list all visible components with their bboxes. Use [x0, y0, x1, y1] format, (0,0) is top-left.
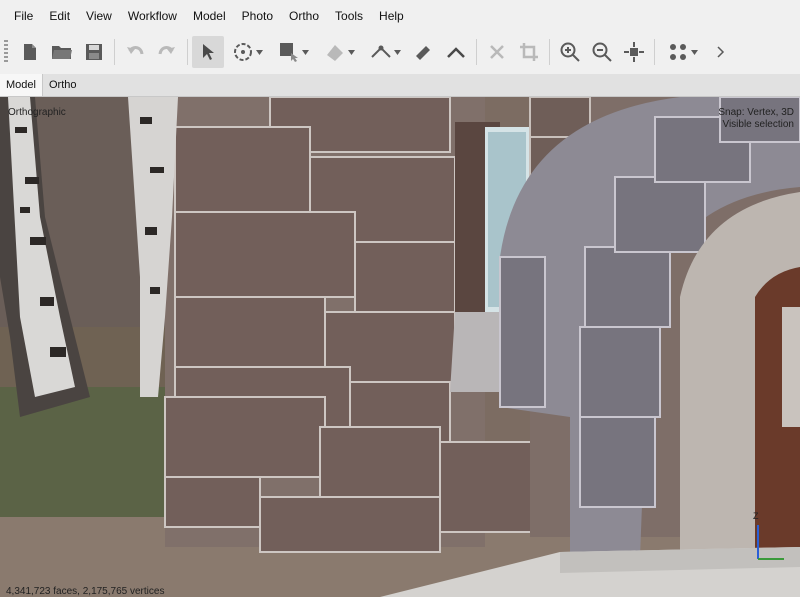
toolbar-separator	[187, 39, 188, 65]
toolbar	[0, 32, 800, 72]
toolbar-separator	[549, 39, 550, 65]
menu-view[interactable]: View	[78, 0, 120, 32]
crop-icon	[520, 43, 538, 61]
redo-button[interactable]	[151, 36, 183, 68]
menu-edit[interactable]: Edit	[41, 0, 78, 32]
save-icon	[86, 44, 102, 60]
selection-mode-label: Visible selection	[722, 119, 794, 130]
folder-icon	[52, 46, 72, 59]
undo-icon	[127, 46, 144, 55]
menu-tools[interactable]: Tools	[327, 0, 371, 32]
toolbar-separator	[476, 39, 477, 65]
chevron-up-icon	[447, 47, 465, 58]
ruler-icon	[416, 46, 430, 60]
dropdown-arrow-icon	[347, 49, 355, 55]
selection-tool-button[interactable]	[316, 36, 362, 68]
selection-eraser-icon	[326, 45, 343, 61]
menu-bar: File Edit View Workflow Model Photo Orth…	[0, 0, 800, 32]
new-document-icon	[24, 44, 36, 60]
region-tool-button[interactable]	[270, 36, 316, 68]
toolbar-grip[interactable]	[4, 40, 8, 64]
toolbar-overflow-button[interactable]	[705, 36, 737, 68]
dropdown-arrow-icon	[301, 49, 309, 55]
toolbar-separator	[654, 39, 655, 65]
cursor-icon	[203, 44, 214, 60]
axes-gizmo-icon	[757, 525, 784, 560]
model-viewport[interactable]: Orthographic Snap: Vertex, 3D Visible se…	[0, 97, 800, 597]
tab-ortho[interactable]: Ortho	[43, 74, 83, 96]
axis-z-label: Z	[753, 511, 759, 521]
projection-label: Orthographic	[8, 107, 66, 118]
model-stats: 4,341,723 faces, 2,175,765 vertices	[6, 586, 165, 597]
menu-ortho[interactable]: Ortho	[281, 0, 327, 32]
rotate-object-button[interactable]	[224, 36, 270, 68]
new-document-button[interactable]	[14, 36, 46, 68]
ridge-tool-button[interactable]	[440, 36, 472, 68]
close-icon	[490, 45, 504, 59]
ruler-button[interactable]	[408, 36, 440, 68]
menu-file[interactable]: File	[0, 0, 41, 32]
dropdown-arrow-icon	[393, 49, 401, 55]
zoom-in-button[interactable]	[554, 36, 586, 68]
toolbar-separator	[114, 39, 115, 65]
menu-workflow[interactable]: Workflow	[120, 0, 185, 32]
rotate-selection-icon	[233, 43, 252, 61]
building-model-render	[0, 97, 800, 597]
zoom-out-icon	[592, 42, 612, 62]
reset-view-icon	[624, 42, 644, 62]
snap-status: Snap: Vertex, 3D Visible selection	[718, 107, 794, 131]
view-tabs: Model Ortho	[0, 74, 800, 97]
menu-model[interactable]: Model	[185, 0, 234, 32]
open-button[interactable]	[46, 36, 78, 68]
tab-model[interactable]: Model	[0, 74, 43, 96]
menu-photo[interactable]: Photo	[234, 0, 281, 32]
redo-icon	[158, 46, 175, 55]
dropdown-arrow-icon	[690, 49, 698, 55]
undo-button[interactable]	[119, 36, 151, 68]
crop-selection-button[interactable]	[513, 36, 545, 68]
zoom-out-button[interactable]	[586, 36, 618, 68]
chevron-right-icon	[717, 46, 725, 58]
delete-selection-button[interactable]	[481, 36, 513, 68]
navigation-tool-button[interactable]	[192, 36, 224, 68]
measure-tool-button[interactable]	[362, 36, 408, 68]
reset-view-button[interactable]	[618, 36, 650, 68]
save-button[interactable]	[78, 36, 110, 68]
menu-help[interactable]: Help	[371, 0, 412, 32]
polyline-icon	[370, 45, 391, 58]
show-points-button[interactable]	[659, 36, 705, 68]
dropdown-arrow-icon	[255, 49, 263, 55]
resize-region-icon	[279, 43, 298, 62]
dots-grid-icon	[669, 44, 686, 60]
snap-mode-label: Snap: Vertex, 3D	[718, 107, 794, 118]
orientation-axes: Z	[750, 511, 790, 567]
zoom-in-icon	[560, 42, 580, 62]
